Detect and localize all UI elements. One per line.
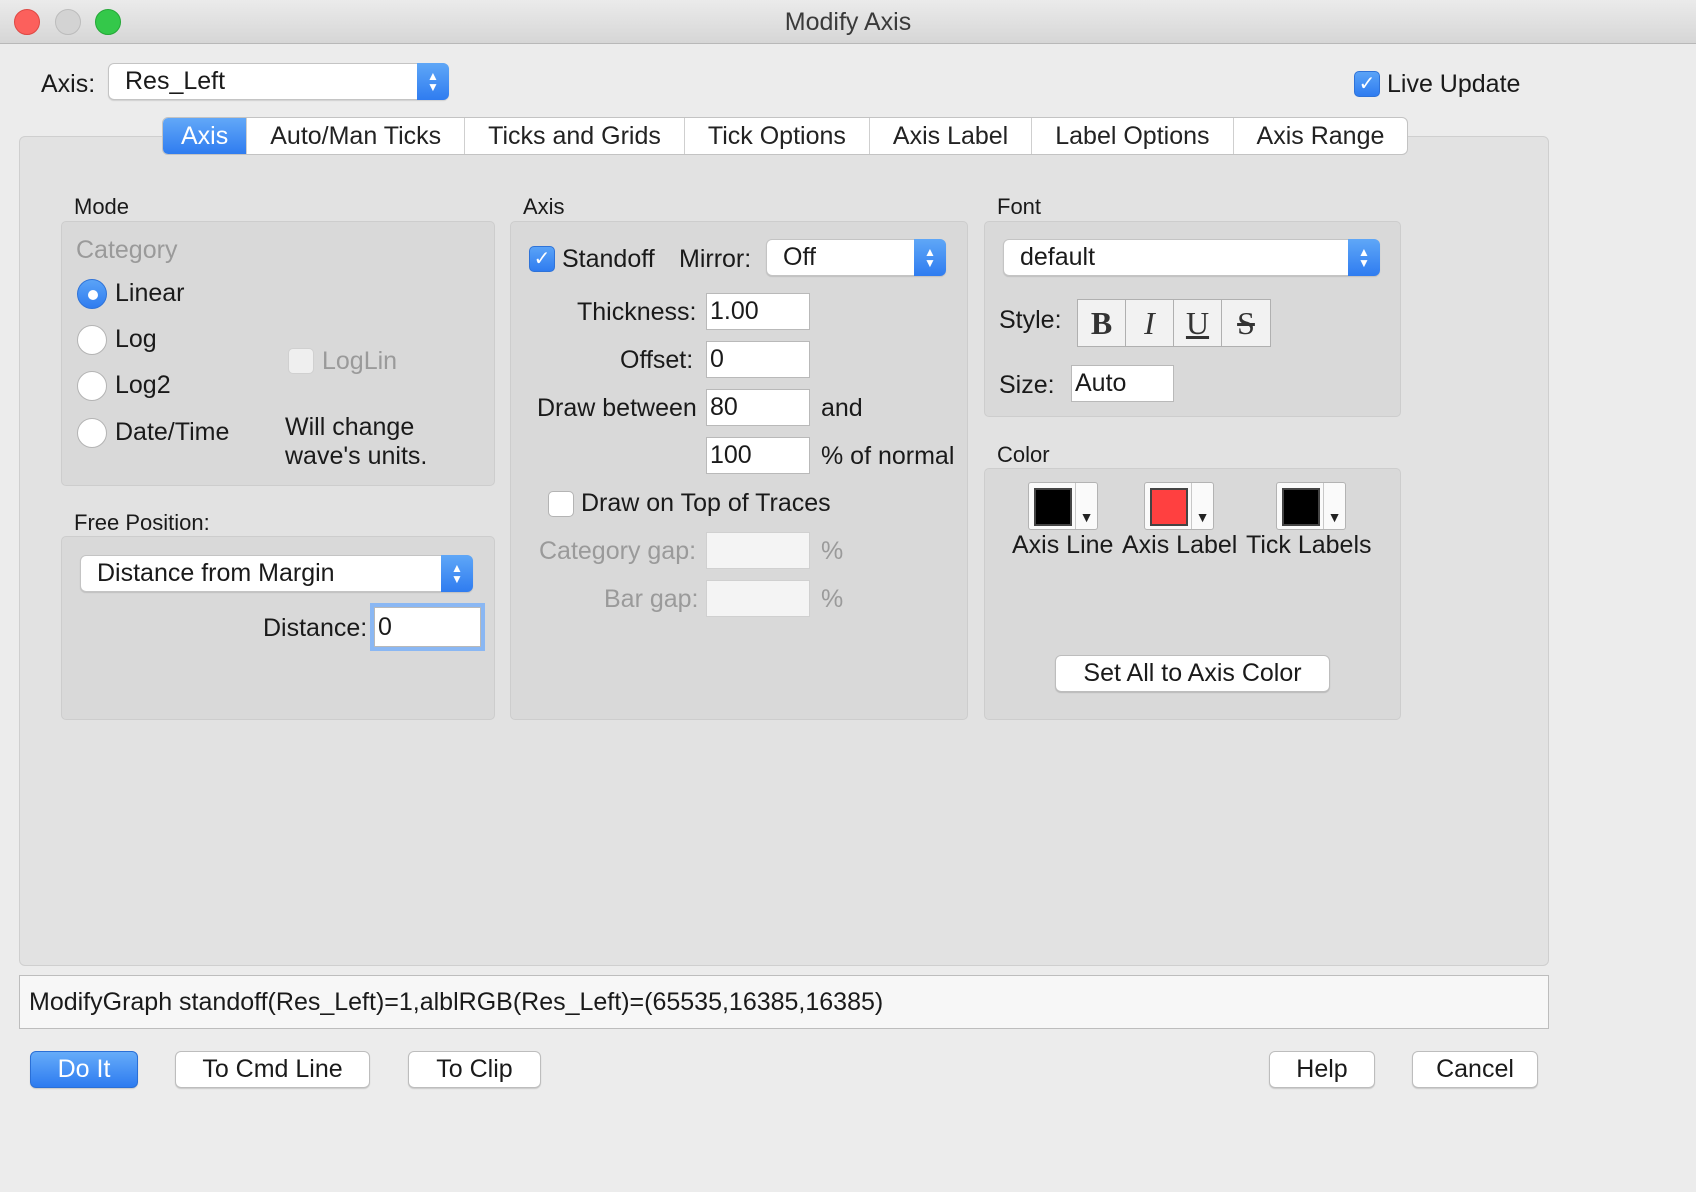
tab-tick-options[interactable]: Tick Options	[685, 118, 870, 154]
category-gap-input[interactable]	[706, 532, 810, 569]
tick-labels-color-chip	[1282, 488, 1320, 526]
draw-between-from-input[interactable]: 80	[706, 389, 810, 426]
tick-labels-color-label: Tick Labels	[1246, 531, 1372, 559]
draw-on-top-label: Draw on Top of Traces	[581, 489, 831, 517]
tab-axis-label[interactable]: Axis Label	[870, 118, 1033, 154]
chevron-updown-icon: ▲ ▼	[417, 63, 449, 100]
to-clip-button[interactable]: To Clip	[408, 1051, 541, 1088]
mirror-label: Mirror:	[679, 245, 752, 273]
offset-input[interactable]: 0	[706, 341, 810, 378]
standoff-label: Standoff	[562, 245, 655, 273]
to-cmd-line-button[interactable]: To Cmd Line	[175, 1051, 370, 1088]
axis-line-color-label: Axis Line	[1012, 531, 1114, 559]
live-update-checkbox[interactable]: ✓	[1354, 71, 1380, 97]
chevron-updown-icon: ▲ ▼	[914, 239, 946, 276]
mode-linear-label: Linear	[115, 279, 185, 307]
title-bar: Modify Axis	[0, 0, 1696, 44]
draw-on-top-checkbox[interactable]	[548, 491, 574, 517]
units-note-line1: Will change	[285, 413, 415, 441]
bar-gap-label: Bar gap:	[604, 585, 699, 613]
axis-label-color-chip	[1150, 488, 1188, 526]
mode-heading: Mode	[74, 194, 130, 219]
offset-label: Offset:	[620, 346, 694, 374]
thickness-value: 1.00	[710, 297, 759, 325]
standoff-checkbox[interactable]: ✓	[529, 246, 555, 272]
tab-axis-range[interactable]: Axis Range	[1234, 118, 1408, 154]
axis-select[interactable]: Res_Left ▲ ▼	[108, 63, 449, 100]
set-all-to-axis-color-button[interactable]: Set All to Axis Color	[1055, 655, 1330, 692]
category-gap-percent: %	[821, 537, 844, 565]
window-title: Modify Axis	[784, 8, 912, 36]
italic-button[interactable]: I	[1126, 300, 1174, 346]
and-label: and	[821, 394, 863, 422]
style-label: Style:	[999, 306, 1062, 334]
category-gap-label: Category gap:	[539, 537, 697, 565]
axis-label-color-label: Axis Label	[1122, 531, 1238, 559]
loglin-label: LogLin	[322, 347, 398, 375]
axis-line-color-chip	[1034, 488, 1072, 526]
mode-log-radio[interactable]	[77, 325, 107, 355]
mirror-select[interactable]: Off ▲ ▼	[766, 239, 946, 276]
free-position-heading: Free Position:	[74, 510, 210, 535]
dropdown-arrow-icon: ▼	[1075, 483, 1097, 529]
tab-axis[interactable]: Axis	[163, 118, 248, 154]
draw-between-to-input[interactable]: 100	[706, 437, 810, 474]
thickness-label: Thickness:	[577, 298, 697, 326]
mirror-select-value: Off	[783, 243, 816, 271]
free-position-select-value: Distance from Margin	[97, 559, 335, 587]
mode-log2-label: Log2	[115, 371, 171, 399]
chevron-updown-icon: ▲ ▼	[1348, 239, 1380, 276]
tick-labels-color-picker[interactable]: ▼	[1276, 482, 1346, 530]
draw-between-from-value: 80	[710, 393, 738, 421]
percent-of-normal-label: % of normal	[821, 442, 955, 470]
distance-value: 0	[378, 612, 392, 641]
free-position-select[interactable]: Distance from Margin ▲ ▼	[80, 555, 473, 592]
cancel-button[interactable]: Cancel	[1412, 1051, 1538, 1088]
do-it-button[interactable]: Do It	[30, 1051, 138, 1088]
mode-datetime-radio[interactable]	[77, 418, 107, 448]
bar-gap-percent: %	[821, 585, 844, 613]
strikethrough-button[interactable]: S	[1222, 300, 1270, 346]
underline-button[interactable]: U	[1174, 300, 1222, 346]
color-heading: Color	[997, 442, 1050, 467]
help-button[interactable]: Help	[1269, 1051, 1375, 1088]
style-button-group: B I U S	[1077, 299, 1271, 347]
draw-between-to-value: 100	[710, 441, 752, 469]
axis-select-value: Res_Left	[125, 67, 226, 95]
units-note-line2: wave's units.	[285, 442, 428, 470]
axis-line-color-picker[interactable]: ▼	[1028, 482, 1098, 530]
size-value: Auto	[1075, 369, 1127, 397]
tab-auto-man-ticks[interactable]: Auto/Man Ticks	[247, 118, 466, 154]
axis-group-heading: Axis	[523, 194, 565, 219]
tab-label-options[interactable]: Label Options	[1032, 118, 1234, 154]
font-heading: Font	[997, 194, 1042, 219]
distance-input[interactable]: 0	[370, 603, 485, 651]
command-line-preview: ModifyGraph standoff(Res_Left)=1,alblRGB…	[19, 975, 1549, 1029]
font-select-value: default	[1020, 243, 1096, 271]
axis-select-label: Axis:	[41, 70, 96, 98]
mode-log2-radio[interactable]	[77, 371, 107, 401]
bold-button[interactable]: B	[1078, 300, 1126, 346]
dropdown-arrow-icon: ▼	[1323, 483, 1345, 529]
thickness-input[interactable]: 1.00	[706, 293, 810, 330]
dropdown-arrow-icon: ▼	[1191, 483, 1213, 529]
distance-label: Distance:	[263, 614, 368, 642]
offset-value: 0	[710, 345, 724, 373]
bar-gap-input[interactable]	[706, 580, 810, 617]
draw-between-label: Draw between	[537, 394, 697, 422]
font-select[interactable]: default ▲ ▼	[1003, 239, 1380, 276]
live-update-label: Live Update	[1387, 70, 1521, 98]
tab-ticks-and-grids[interactable]: Ticks and Grids	[465, 118, 685, 154]
loglin-checkbox[interactable]	[288, 348, 314, 374]
modify-axis-dialog: Modify Axis Axis: Res_Left ▲ ▼ ✓ Live Upd…	[0, 0, 1696, 1192]
mode-log-label: Log	[115, 325, 157, 353]
tab-bar: Axis Auto/Man Ticks Ticks and Grids Tick…	[162, 117, 1409, 155]
mode-datetime-label: Date/Time	[115, 418, 230, 446]
category-label: Category	[76, 236, 178, 264]
axis-label-color-picker[interactable]: ▼	[1144, 482, 1214, 530]
size-input[interactable]: Auto	[1071, 365, 1174, 402]
mode-linear-radio[interactable]	[77, 279, 107, 309]
size-label: Size:	[999, 371, 1055, 399]
chevron-updown-icon: ▲ ▼	[441, 555, 473, 592]
